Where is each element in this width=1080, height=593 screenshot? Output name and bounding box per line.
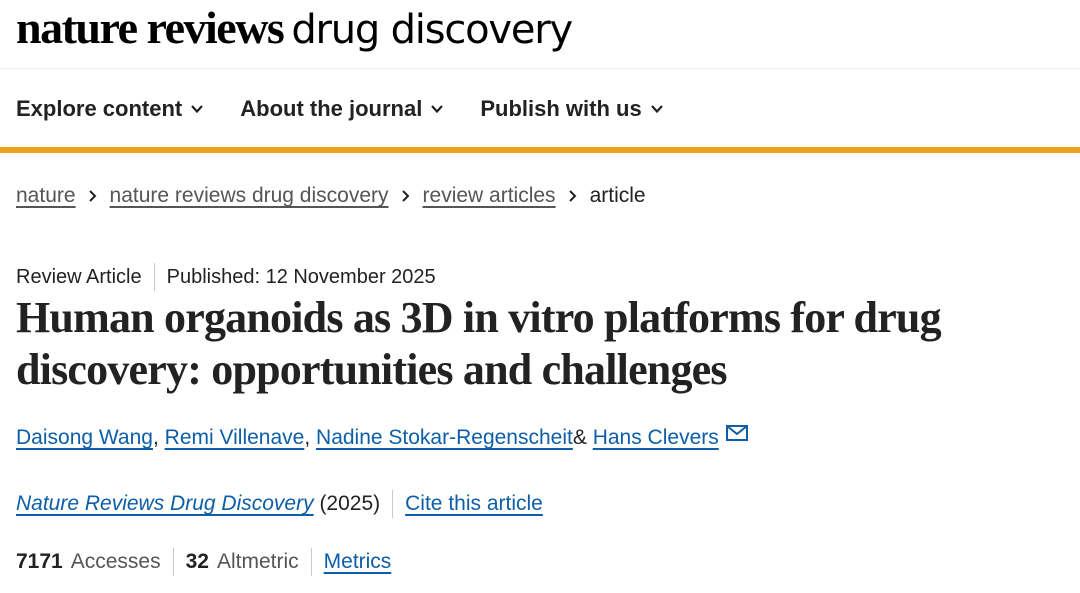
nav-label: Explore content xyxy=(16,96,183,121)
chevron-down-icon xyxy=(191,105,204,114)
article-type: Review Article xyxy=(16,265,142,288)
author-separator: , xyxy=(152,426,159,449)
divider xyxy=(153,263,155,291)
header-divider xyxy=(0,68,1080,69)
altmetric-label: Altmetric xyxy=(216,550,299,573)
author-link[interactable]: Remi Villenave xyxy=(165,426,305,450)
breadcrumb-link-review-articles[interactable]: review articles xyxy=(423,184,556,208)
chevron-down-icon xyxy=(431,105,444,114)
publication-year: (2025) xyxy=(319,492,381,515)
logo-nature-reviews: nature reviews xyxy=(16,2,285,53)
accesses-label: Accesses xyxy=(70,550,161,573)
cite-this-article-link[interactable]: Cite this article xyxy=(405,492,543,516)
published-date: Published: 12 November 2025 xyxy=(166,265,436,288)
nav-publish-with-us[interactable]: Publish with us xyxy=(480,96,663,122)
nav-about-journal[interactable]: About the journal xyxy=(240,96,444,122)
divider xyxy=(310,548,312,576)
site-logo[interactable]: nature reviews drug discovery xyxy=(16,0,573,62)
article-meta: Review Article Published: 12 November 20… xyxy=(16,263,436,291)
metrics-link[interactable]: Metrics xyxy=(324,550,392,574)
nav-label: About the journal xyxy=(240,96,423,121)
breadcrumb-link-nature[interactable]: nature xyxy=(16,184,76,208)
author-separator: & xyxy=(572,426,587,449)
article-metrics: 7171 Accesses 32 Altmetric Metrics xyxy=(16,548,391,576)
author-link[interactable]: Nadine Stokar-Regenscheit xyxy=(316,426,573,450)
nav-explore-content[interactable]: Explore content xyxy=(16,96,204,122)
breadcrumb-link-journal[interactable]: nature reviews drug discovery xyxy=(110,184,389,208)
divider xyxy=(172,548,174,576)
divider xyxy=(392,490,394,518)
mail-icon[interactable] xyxy=(725,423,749,443)
main-nav: Explore content About the journal Publis… xyxy=(16,92,700,126)
author-list: Daisong Wang, Remi Villenave, Nadine Sto… xyxy=(16,423,749,450)
nav-label: Publish with us xyxy=(480,96,642,121)
journal-citation: Nature Reviews Drug Discovery (2025) Cit… xyxy=(16,490,543,518)
chevron-down-icon xyxy=(650,105,663,114)
altmetric-count: 32 xyxy=(185,550,209,573)
chevron-right-icon xyxy=(568,190,576,202)
chevron-right-icon xyxy=(401,190,409,202)
author-link[interactable]: Daisong Wang xyxy=(16,426,153,450)
article-title: Human organoids as 3D in vitro platforms… xyxy=(16,293,942,394)
author-separator: , xyxy=(304,426,311,449)
chevron-right-icon xyxy=(88,190,96,202)
breadcrumb: nature nature reviews drug discovery rev… xyxy=(16,184,646,208)
accesses-count: 7171 xyxy=(16,550,63,573)
journal-link[interactable]: Nature Reviews Drug Discovery xyxy=(16,492,314,516)
breadcrumb-current: article xyxy=(589,184,646,207)
author-link[interactable]: Hans Clevers xyxy=(593,426,719,450)
logo-journal-name: drug discovery xyxy=(291,7,573,53)
accent-bar xyxy=(0,147,1080,153)
